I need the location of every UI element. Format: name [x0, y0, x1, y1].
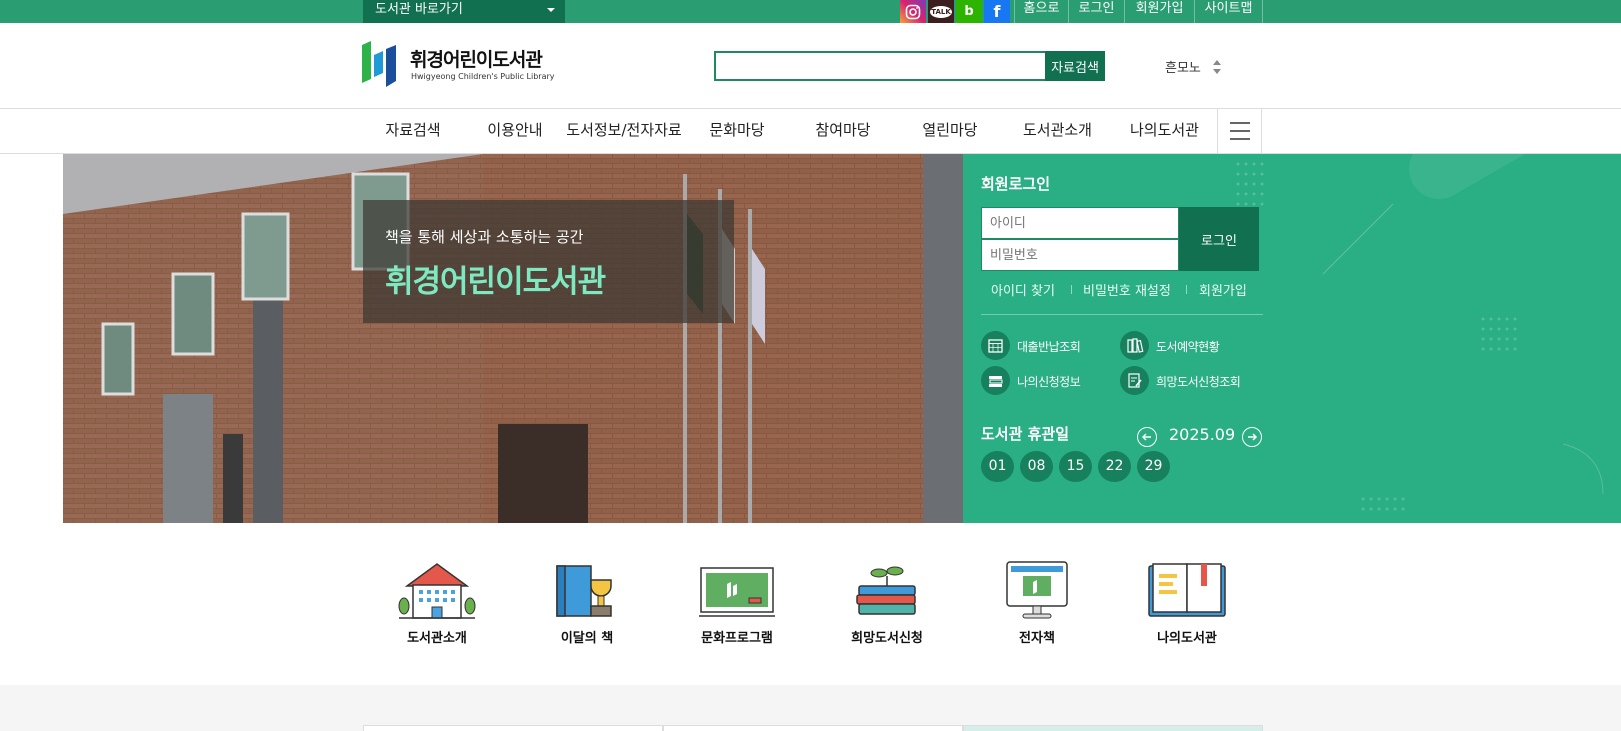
logo-subtitle: Hwigyeong Children's Public Library [411, 72, 555, 81]
bottom-tab-box [663, 725, 963, 731]
gnb-item-participation[interactable]: 참여마당 [808, 109, 878, 153]
computer-monitor-icon [1006, 561, 1068, 619]
kakaotalk-icon[interactable]: TALK [928, 0, 954, 23]
quick-menu-library-intro[interactable]: 도서관소개 [377, 555, 497, 655]
document-edit-icon [1120, 366, 1149, 395]
main-navigation: 자료검색 이용안내 도서정보/전자자료 문화마당 참여마당 열린마당 도서관소개… [0, 108, 1621, 154]
my-request-info[interactable]: 나의신청정보 [981, 366, 1101, 396]
user-id-field[interactable] [981, 207, 1179, 239]
bottom-tab-box [963, 725, 1263, 731]
join-panel-link[interactable]: 회원가입 [1199, 280, 1247, 299]
join-link[interactable]: 회원가입 [1124, 0, 1194, 23]
holiday-month: 2025.09 [1169, 425, 1236, 444]
updown-arrows-icon [1213, 60, 1221, 74]
library-logo[interactable]: 휘경어린이도서관 Hwigyeong Children's Public Lib… [362, 40, 562, 88]
reset-password-link[interactable]: 비밀번호 재설정 [1083, 280, 1171, 299]
gnb-item-search[interactable]: 자료검색 [378, 109, 448, 153]
book-stack-icon [981, 366, 1010, 395]
wish-book-lookup[interactable]: 희망도서신청조회 [1120, 366, 1260, 396]
calendar-icon [981, 331, 1010, 360]
library-shortcut-select[interactable]: 도서관 바로가기 [363, 0, 565, 23]
loan-return-lookup[interactable]: 대출반납조회 [981, 331, 1101, 361]
kakaotalk-label: TALK [930, 5, 952, 18]
prev-month-button[interactable] [1137, 427, 1157, 447]
blog-icon[interactable]: b [956, 0, 982, 23]
find-id-link[interactable]: 아이디 찾기 [991, 280, 1055, 299]
hero-title: 휘경어린이도서관 [385, 264, 606, 300]
facebook-label: f [993, 2, 1001, 21]
link-divider [1071, 285, 1072, 294]
reservation-status-label: 도서예약현황 [1156, 340, 1220, 354]
arrow-right-icon [1248, 433, 1258, 441]
all-menu-button[interactable] [1217, 109, 1262, 153]
quick-menu-ebook[interactable]: 전자책 [977, 555, 1097, 655]
font-size-toggle[interactable]: 흔모노 [1165, 57, 1225, 77]
login-button[interactable]: 로그인 [1179, 207, 1259, 271]
quick-menu-label: 희망도서신청 [851, 631, 923, 646]
quick-menu-wish-book[interactable]: 희망도서신청 [827, 555, 947, 655]
quick-menu-culture-program[interactable]: 문화프로그램 [677, 555, 797, 655]
my-request-label: 나의신청정보 [1017, 375, 1081, 389]
book-trophy-icon [556, 565, 612, 617]
holiday-title: 도서관 휴관일 [981, 425, 1070, 443]
bottom-section [0, 685, 1621, 731]
gnb-item-about[interactable]: 도서관소개 [1020, 109, 1095, 153]
bottom-tab-box [363, 725, 663, 731]
quick-menu-label: 이달의 책 [560, 631, 614, 646]
reservation-status[interactable]: 도서예약현황 [1120, 331, 1260, 361]
blog-label: b [964, 4, 974, 19]
font-toggle-label: 흔모노 [1165, 61, 1201, 76]
holiday-day: 22 [1098, 451, 1131, 482]
hamburger-icon [1230, 122, 1250, 124]
holiday-day: 01 [981, 451, 1014, 482]
blackboard-icon [699, 567, 775, 617]
hero-caption-box: 책을 통해 세상과 소통하는 공간 휘경어린이도서관 [363, 200, 734, 323]
logo-title: 휘경어린이도서관 [410, 49, 543, 71]
quick-menu-my-library[interactable]: 나의도서관 [1127, 555, 1247, 655]
password-field[interactable] [981, 239, 1179, 271]
wish-book-label: 희망도서신청조회 [1156, 375, 1241, 389]
arrow-left-icon [1141, 433, 1151, 441]
sitemap-link[interactable]: 사이트맵 [1194, 0, 1263, 23]
quick-menu-label: 도서관소개 [407, 631, 467, 646]
gnb-item-bookinfo[interactable]: 도서정보/전자자료 [562, 109, 686, 153]
quick-menu-label: 나의도서관 [1157, 631, 1217, 646]
login-title: 회원로그인 [981, 175, 1051, 193]
chevron-down-icon [547, 8, 555, 12]
book-sprout-icon [856, 566, 916, 615]
gnb-item-mylibrary[interactable]: 나의도서관 [1127, 109, 1202, 153]
search-button[interactable]: 자료검색 [1045, 51, 1105, 81]
quick-menu-label: 전자책 [1019, 631, 1055, 646]
open-book-icon [1148, 563, 1226, 617]
hero-subtitle: 책을 통해 세상과 소통하는 공간 [385, 228, 584, 246]
library-building-icon [398, 563, 476, 619]
holiday-day: 15 [1059, 451, 1092, 482]
books-icon [1120, 331, 1149, 360]
gnb-item-guide[interactable]: 이용안내 [480, 109, 550, 153]
loan-return-label: 대출반납조회 [1017, 340, 1081, 354]
login-link[interactable]: 로그인 [1068, 0, 1124, 23]
link-divider [1186, 285, 1187, 294]
gnb-item-open[interactable]: 열린마당 [915, 109, 985, 153]
search-input[interactable] [714, 51, 1045, 81]
instagram-icon[interactable] [900, 0, 926, 23]
library-shortcut-label: 도서관 바로가기 [375, 2, 463, 17]
holiday-day: 08 [1020, 451, 1053, 482]
holiday-day: 29 [1137, 451, 1170, 482]
facebook-icon[interactable]: f [984, 0, 1010, 23]
quick-menu-book-of-month[interactable]: 이달의 책 [527, 555, 647, 655]
quick-menu-label: 문화프로그램 [701, 631, 773, 646]
home-link[interactable]: 홈으로 [1014, 0, 1068, 23]
top-utility-bar: 도서관 바로가기 TALK b f 홈으로 로그인 회원가입 사이트맵 [0, 0, 1621, 23]
gnb-item-culture[interactable]: 문화마당 [702, 109, 772, 153]
next-month-button[interactable] [1242, 427, 1262, 447]
logo-mark-icon [362, 41, 396, 87]
panel-divider [981, 314, 1263, 315]
